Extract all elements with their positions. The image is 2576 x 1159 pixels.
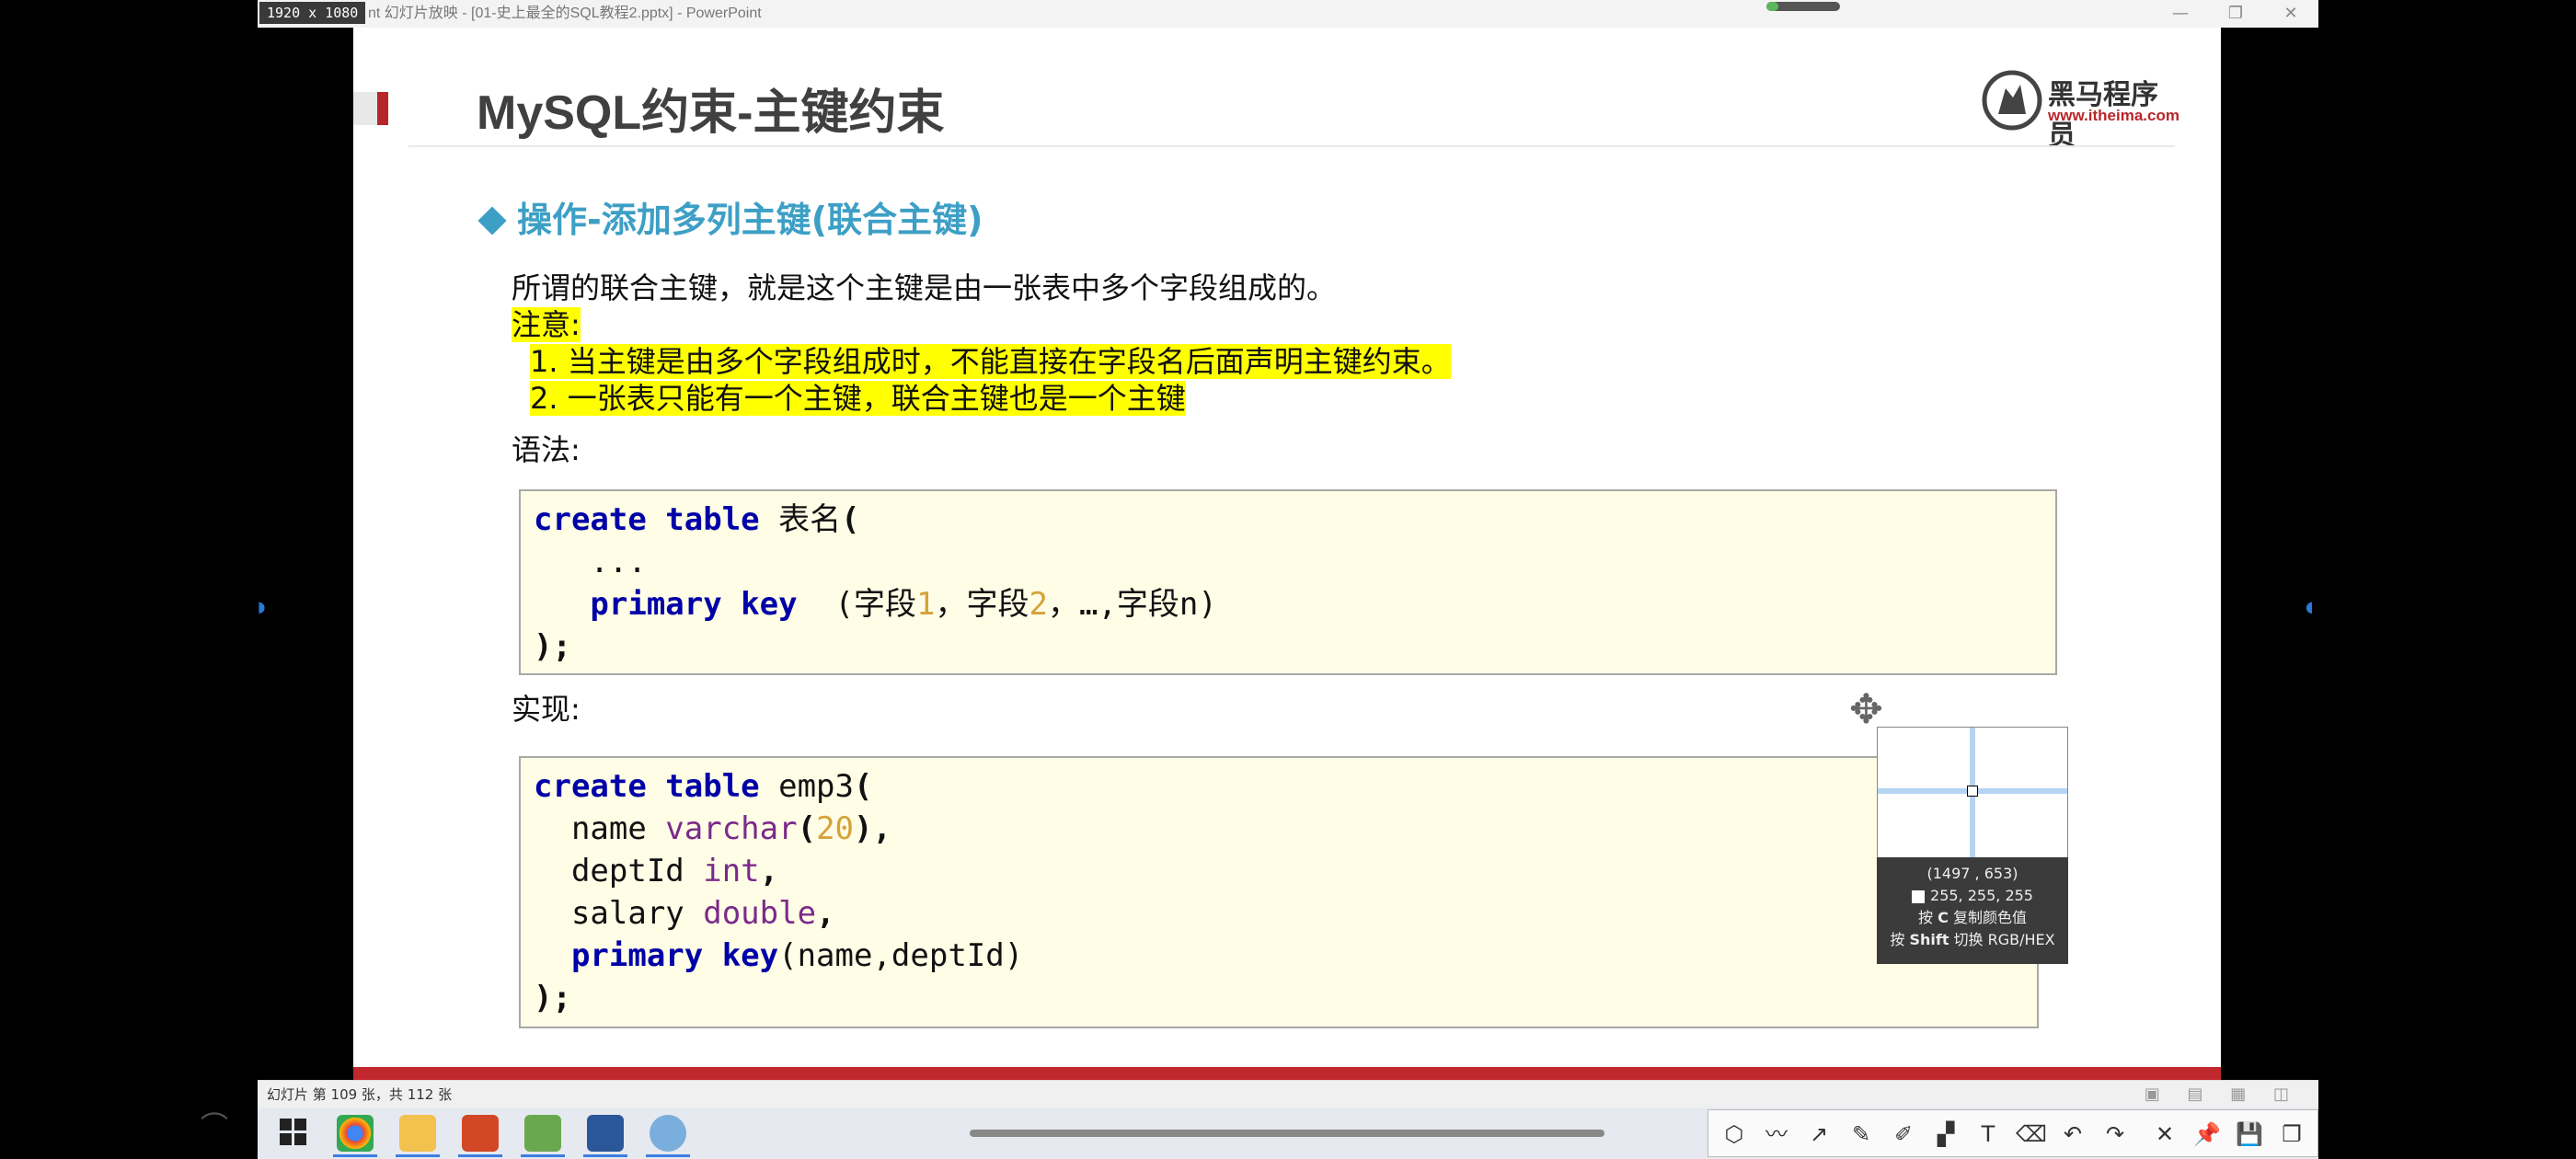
slideshow-stage: ◗ ◖ MySQL约束-主键约束 黑马程序员 www.itheima.com 操… <box>258 28 2318 1080</box>
taskbar: ⬡ 〰 ↗ ✎ ✐ ▞ T ⌫ ↶ ↷ ✕ 📌 💾 ❐ <box>258 1107 2318 1159</box>
horizontal-scrollbar[interactable] <box>970 1130 1604 1137</box>
horse-logo-icon <box>1982 70 2042 131</box>
file-explorer-icon[interactable] <box>396 1115 440 1157</box>
undo-icon[interactable]: ↶ <box>2058 1119 2087 1149</box>
magnifier-lens <box>1877 727 2068 859</box>
annotation-toolbar: ⬡ 〰 ↗ ✎ ✐ ▞ T ⌫ ↶ ↷ ✕ 📌 💾 ❐ <box>1708 1109 2318 1157</box>
status-bar: 幻灯片 第 109 张，共 112 张 ▣ ▤ ▦ ◫ <box>258 1080 2318 1108</box>
copy-icon[interactable]: ❐ <box>2277 1119 2306 1149</box>
chevron-left-icon[interactable]: ◗ <box>258 598 265 615</box>
close-button[interactable]: ✕ <box>2263 0 2318 28</box>
recording-progress <box>1766 2 1840 11</box>
title-accent-grey <box>353 92 377 125</box>
color-swatch-icon <box>1912 889 1926 903</box>
section-heading: 操作-添加多列主键(联合主键) <box>477 191 983 242</box>
intro-text: 所谓的联合主键，就是这个主键是由一张表中多个字段组成的。 <box>512 270 1337 305</box>
windows-start-icon[interactable] <box>280 1119 307 1146</box>
syntax-code-block: create table 表名( ... primary key (字段1，字段… <box>519 489 2057 675</box>
pen-icon[interactable]: ✎ <box>1846 1119 1876 1149</box>
picker-rgb: 255, 255, 255 <box>1877 885 2068 907</box>
minimize-button[interactable]: — <box>2153 0 2208 28</box>
powerpoint-icon[interactable] <box>458 1115 502 1157</box>
window-title: nt 幻灯片放映 - [01-史上最全的SQL教程2.pptx] - Power… <box>368 6 762 21</box>
restore-button[interactable]: ❐ <box>2208 0 2263 28</box>
slide-counter: 幻灯片 第 109 张，共 112 张 <box>267 1086 453 1103</box>
syntax-label: 语法: <box>512 432 581 467</box>
view-buttons[interactable]: ▣ ▤ ▦ ◫ <box>2145 1084 2300 1104</box>
color-picker-magnifier: (1497 , 653) 255, 255, 255 按 C 复制颜色值 按 S… <box>1877 727 2068 964</box>
eraser-icon[interactable]: ⌫ <box>2016 1119 2047 1149</box>
itheima-logo: 黑马程序员 www.itheima.com <box>1982 70 2184 152</box>
chevron-right-icon[interactable]: ◖ <box>2306 598 2313 615</box>
impl-label: 实现: <box>512 692 581 727</box>
title-divider <box>408 145 2175 147</box>
title-bar: 1920 x 1080 nt 幻灯片放映 - [01-史上最全的SQL教程2.p… <box>258 0 2318 29</box>
note-item: 2. 一张表只能有一个主键，联合主键也是一个主键 <box>530 381 1186 416</box>
line-icon[interactable]: 〰 <box>1762 1119 1791 1149</box>
redo-icon[interactable]: ↷ <box>2100 1119 2130 1149</box>
logo-url: www.itheima.com <box>2048 107 2179 124</box>
user-icon: ⌒ <box>201 1111 228 1143</box>
powerpoint-window: 1920 x 1080 nt 幻灯片放映 - [01-史上最全的SQL教程2.p… <box>258 0 2318 1159</box>
color-picker-info: (1497 , 653) 255, 255, 255 按 C 复制颜色值 按 S… <box>1877 857 2068 964</box>
text-icon[interactable]: T <box>1973 1119 2003 1149</box>
arrow-icon[interactable]: ↗ <box>1804 1119 1834 1149</box>
close-icon[interactable]: ✕ <box>2150 1119 2179 1149</box>
slide-title: MySQL约束-主键约束 <box>477 86 945 140</box>
shape-icon[interactable]: ⬡ <box>1719 1119 1749 1149</box>
impl-code-block: create table emp3( name varchar(20), dep… <box>519 756 2039 1028</box>
save-icon[interactable]: 💾 <box>2235 1119 2264 1149</box>
picker-hint-copy: 按 C 复制颜色值 <box>1918 909 2027 926</box>
diamond-bullet-icon <box>477 205 507 235</box>
app-icon[interactable] <box>646 1115 690 1157</box>
slide-footer-bar <box>353 1067 2221 1080</box>
picker-hint-switch: 按 Shift 切换 RGB/HEX <box>1890 931 2055 948</box>
picker-coords: (1497 , 653) <box>1926 865 2018 882</box>
mosaic-icon[interactable]: ▞ <box>1931 1119 1961 1149</box>
word-icon[interactable] <box>583 1115 627 1157</box>
title-accent-red <box>377 92 388 125</box>
pin-icon[interactable]: 📌 <box>2192 1119 2222 1149</box>
dimension-badge: 1920 x 1080 <box>259 2 366 24</box>
marker-icon[interactable]: ✐ <box>1889 1119 1918 1149</box>
chrome-icon[interactable] <box>333 1115 377 1157</box>
editor-app-icon[interactable] <box>521 1115 565 1157</box>
